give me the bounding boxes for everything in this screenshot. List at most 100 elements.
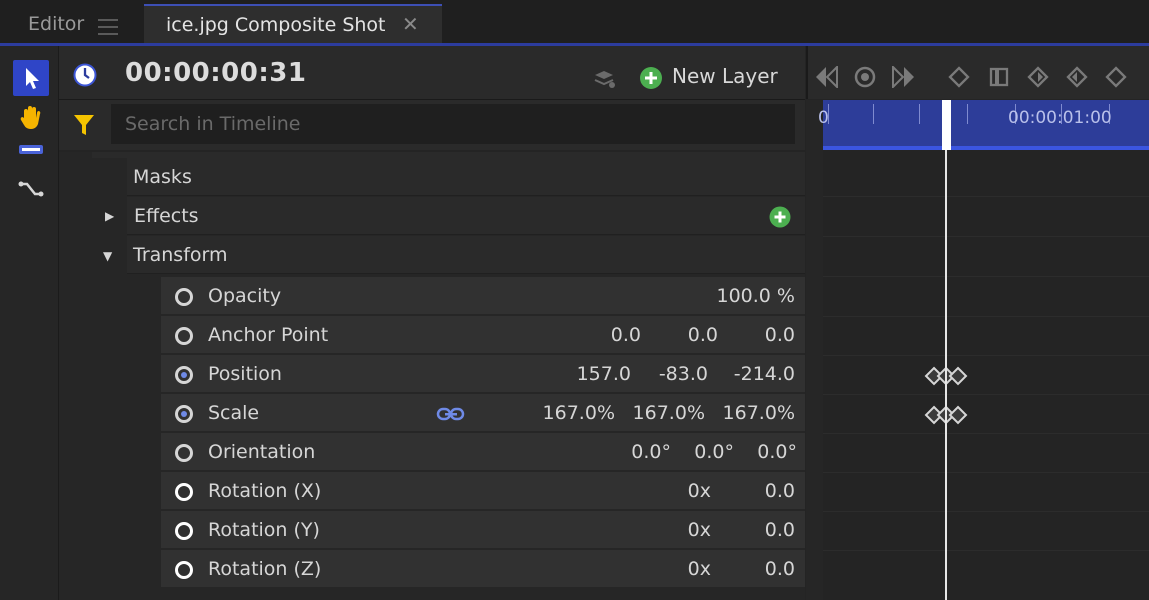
tab-editor[interactable]: Editor bbox=[0, 4, 140, 44]
property-list: Masks ▶ Effects ▼ Transform Opacity 100.… bbox=[59, 152, 805, 600]
ruler-time-label: 00:00:01:00 bbox=[1008, 108, 1112, 128]
ruler-start-label: 0 bbox=[818, 108, 829, 128]
tab-composite-shot[interactable]: ice.jpg Composite Shot ✕ bbox=[144, 4, 442, 44]
ruler-tick bbox=[873, 104, 874, 124]
layer-stack-icon[interactable] bbox=[592, 65, 618, 91]
property-row-anchor-point[interactable]: Anchor Point 0.0 0.0 0.0 bbox=[161, 316, 805, 354]
keyframe-toggle-icon[interactable] bbox=[175, 483, 193, 501]
expand-arrow-icon[interactable]: ▶ bbox=[105, 197, 114, 235]
previous-keyframe-icon[interactable] bbox=[814, 66, 840, 88]
clock-icon[interactable] bbox=[73, 63, 97, 87]
ruler-tick bbox=[967, 104, 968, 124]
tool-strip bbox=[0, 46, 59, 600]
curve-tool-button[interactable] bbox=[13, 172, 49, 208]
new-layer-label: New Layer bbox=[672, 64, 778, 88]
track-divider bbox=[823, 433, 1149, 434]
slip-icon bbox=[19, 145, 43, 154]
property-name: Rotation (Z) bbox=[208, 558, 322, 580]
property-row-rotation-z[interactable]: Rotation (Z) 0x 0.0 bbox=[161, 550, 805, 588]
track-divider bbox=[823, 550, 1149, 551]
track-divider bbox=[823, 511, 1149, 512]
select-tool-button[interactable] bbox=[13, 60, 49, 96]
tab-composite-shot-label: ice.jpg Composite Shot bbox=[166, 14, 386, 36]
scale-keyframes[interactable] bbox=[924, 405, 970, 425]
property-value-degrees[interactable]: 0.0 bbox=[765, 511, 795, 549]
property-value[interactable]: 100.0 % bbox=[717, 277, 796, 315]
property-value-turns[interactable]: 0x bbox=[688, 511, 711, 549]
keyframe-ease-icon[interactable] bbox=[948, 66, 970, 88]
curve-icon bbox=[18, 181, 44, 197]
property-value-z[interactable]: 0.0° bbox=[757, 433, 797, 471]
keyframe-linear-icon[interactable] bbox=[1105, 66, 1127, 88]
property-row-orientation[interactable]: Orientation 0.0° 0.0° 0.0° bbox=[161, 433, 805, 471]
property-value-y[interactable]: -83.0 bbox=[659, 355, 708, 393]
property-row-opacity[interactable]: Opacity 100.0 % bbox=[161, 277, 805, 315]
hamburger-menu-icon[interactable] bbox=[98, 19, 118, 35]
property-row-position[interactable]: Position 157.0 -83.0 -214.0 bbox=[161, 355, 805, 393]
search-input[interactable] bbox=[111, 104, 795, 144]
keyframe-toggle-icon[interactable] bbox=[175, 444, 193, 462]
property-value-x[interactable]: 0.0° bbox=[631, 433, 671, 471]
timeline-track-area[interactable] bbox=[806, 150, 1149, 600]
keyframe-toggle-icon[interactable] bbox=[175, 288, 193, 306]
layer-row-effects[interactable]: ▶ Effects bbox=[105, 197, 805, 235]
hand-tool-button[interactable] bbox=[13, 100, 49, 136]
property-value-y[interactable]: 167.0% bbox=[633, 394, 705, 432]
layer-row-masks[interactable]: Masks bbox=[127, 158, 805, 196]
keyframe-hold-icon[interactable] bbox=[988, 66, 1010, 88]
add-circle-icon bbox=[640, 67, 662, 89]
playhead-line[interactable] bbox=[945, 100, 947, 600]
timeline-gutter bbox=[806, 100, 823, 600]
property-name: Rotation (X) bbox=[208, 480, 322, 502]
close-icon[interactable]: ✕ bbox=[402, 12, 419, 36]
track-divider bbox=[823, 394, 1149, 395]
next-keyframe-icon[interactable] bbox=[890, 66, 916, 88]
property-value-z[interactable]: 0.0 bbox=[765, 316, 795, 354]
filter-icon[interactable] bbox=[73, 113, 95, 137]
timeline-toolbar: 00:00:00:31 New Layer bbox=[59, 46, 805, 100]
add-effect-icon[interactable] bbox=[769, 206, 791, 228]
property-value-turns[interactable]: 0x bbox=[688, 472, 711, 510]
property-value-turns[interactable]: 0x bbox=[688, 550, 711, 588]
property-value-y[interactable]: 0.0° bbox=[694, 433, 734, 471]
property-value-y[interactable]: 0.0 bbox=[688, 316, 718, 354]
property-name: Opacity bbox=[208, 285, 282, 307]
keyframe-toggle-icon[interactable] bbox=[175, 366, 193, 384]
property-value-degrees[interactable]: 0.0 bbox=[765, 472, 795, 510]
keyframe-toggle-icon[interactable] bbox=[175, 327, 193, 345]
property-value-degrees[interactable]: 0.0 bbox=[765, 550, 795, 588]
layer-label: Effects bbox=[134, 205, 199, 227]
property-value-z[interactable]: -214.0 bbox=[734, 355, 795, 393]
property-row-rotation-x[interactable]: Rotation (X) 0x 0.0 bbox=[161, 472, 805, 510]
property-name: Orientation bbox=[208, 441, 316, 463]
property-value-z[interactable]: 167.0% bbox=[723, 394, 795, 432]
property-name: Scale bbox=[208, 402, 260, 424]
link-icon[interactable] bbox=[436, 407, 466, 421]
track-divider bbox=[823, 472, 1149, 473]
layer-label: Transform bbox=[133, 244, 228, 266]
collapse-arrow-icon[interactable]: ▼ bbox=[103, 237, 112, 275]
keyframe-toggle-icon[interactable] bbox=[175, 561, 193, 579]
playhead-handle[interactable] bbox=[942, 100, 951, 150]
keyframe-ease-in-icon[interactable] bbox=[1027, 66, 1049, 88]
property-row-scale[interactable]: Scale 167.0% 167.0% 167.0% bbox=[161, 394, 805, 432]
property-value-x[interactable]: 167.0% bbox=[543, 394, 615, 432]
keyframe-ease-out-icon[interactable] bbox=[1066, 66, 1088, 88]
slip-tool-button[interactable] bbox=[13, 136, 49, 172]
arrow-pointer-icon bbox=[26, 68, 39, 89]
layer-row-transform[interactable]: ▼ Transform bbox=[103, 236, 805, 274]
timecode-display[interactable]: 00:00:00:31 bbox=[125, 58, 306, 88]
track-divider bbox=[823, 236, 1149, 237]
property-value-x[interactable]: 157.0 bbox=[577, 355, 631, 393]
hand-icon bbox=[20, 106, 41, 129]
keyframe-toggle-icon[interactable] bbox=[175, 405, 193, 423]
search-row bbox=[59, 100, 805, 150]
property-name: Position bbox=[208, 363, 282, 385]
ruler-work-area bbox=[823, 146, 1149, 150]
position-keyframes[interactable] bbox=[924, 366, 970, 386]
property-row-rotation-y[interactable]: Rotation (Y) 0x 0.0 bbox=[161, 511, 805, 549]
keyframe-toggle-icon[interactable] bbox=[175, 522, 193, 540]
search-box[interactable] bbox=[111, 104, 795, 144]
add-keyframe-icon[interactable] bbox=[854, 66, 876, 88]
property-value-x[interactable]: 0.0 bbox=[611, 316, 641, 354]
